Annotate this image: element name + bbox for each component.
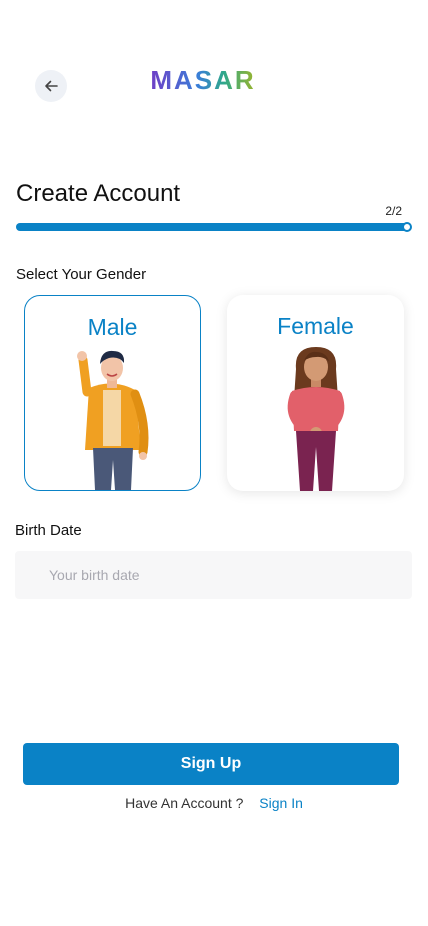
progress-bar xyxy=(16,223,408,231)
progress-fill xyxy=(16,223,408,231)
female-illustration xyxy=(227,347,404,491)
step-indicator: 2/2 xyxy=(385,204,402,218)
masar-logo: MASAR xyxy=(150,65,255,95)
gender-option-male[interactable]: Male xyxy=(24,295,201,491)
gender-option-female[interactable]: Female xyxy=(227,295,404,491)
signin-prompt: Have An Account ? Sign In xyxy=(0,795,428,811)
sign-up-button[interactable]: Sign Up xyxy=(23,743,399,785)
page-title: Create Account xyxy=(16,180,181,207)
gender-option-label: Female xyxy=(277,313,354,339)
birth-date-label: Birth Date xyxy=(15,522,82,539)
logo-text: MASAR xyxy=(150,65,255,95)
back-button[interactable] xyxy=(35,70,67,102)
sign-in-link[interactable]: Sign In xyxy=(259,795,303,811)
birth-date-input[interactable] xyxy=(15,551,412,599)
gender-option-label: Male xyxy=(87,314,138,340)
have-account-text: Have An Account ? xyxy=(125,795,244,811)
arrow-left-icon xyxy=(45,80,58,92)
progress-knob xyxy=(402,222,412,232)
male-illustration xyxy=(25,348,200,490)
gender-section-label: Select Your Gender xyxy=(16,266,147,283)
